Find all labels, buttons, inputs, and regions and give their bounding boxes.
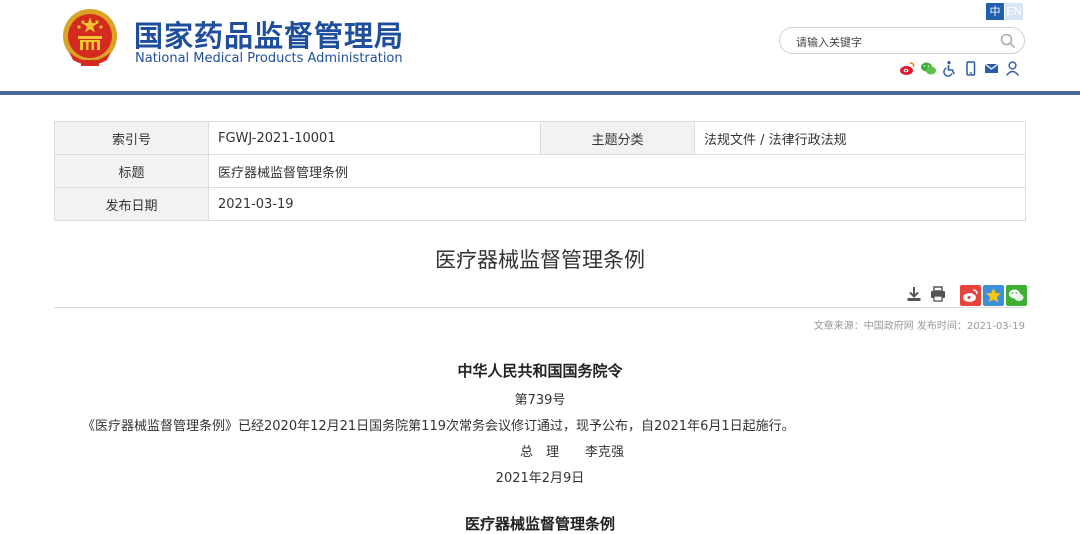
wechat-share-icon[interactable] — [1006, 285, 1027, 306]
lang-en-button[interactable]: EN — [1005, 3, 1023, 20]
site-title-en[interactable]: National Medical Products Administration — [135, 51, 403, 66]
article-divider — [54, 307, 1025, 308]
search-box — [779, 27, 1025, 54]
share-tools — [960, 285, 1027, 306]
title-label: 标题 — [54, 154, 209, 188]
meta-row: 发布日期 2021-03-19 — [54, 187, 1026, 221]
site-header: 国家药品监督管理局 National Medical Products Admi… — [0, 0, 1080, 92]
header-divider-bar — [0, 91, 1080, 95]
index-value: FGWJ-2021-10001 — [208, 121, 541, 155]
decree-body-text: 《医疗器械监督管理条例》已经2020年12月21日国务院第119次常务会议修订通… — [82, 419, 795, 434]
mail-icon[interactable] — [983, 60, 1000, 77]
national-emblem-icon[interactable] — [61, 8, 119, 68]
mobile-icon[interactable] — [962, 60, 979, 77]
article-tools — [905, 285, 947, 303]
document-meta-table: 索引号 FGWJ-2021-10001 主题分类 法规文件 / 法律行政法规 标… — [54, 121, 1026, 221]
language-switch: 中 EN — [986, 3, 1023, 20]
premier-title: 总 理 — [520, 445, 560, 460]
decree-heading: 中华人民共和国国务院令 — [457, 362, 623, 380]
category-value: 法规文件 / 法律行政法规 — [694, 121, 1026, 155]
print-icon[interactable] — [929, 285, 947, 303]
search-icon[interactable] — [1000, 33, 1016, 49]
download-icon[interactable] — [905, 285, 923, 303]
category-label: 主题分类 — [540, 121, 695, 155]
premier-name: 李克强 — [585, 445, 625, 460]
regulation-heading: 医疗器械监督管理条例 — [464, 515, 615, 533]
header-icon-bar — [899, 60, 1021, 77]
article-title: 医疗器械监督管理条例 — [435, 248, 645, 272]
title-value: 医疗器械监督管理条例 — [208, 154, 1026, 188]
wechat-icon[interactable] — [920, 60, 937, 77]
date-label: 发布日期 — [54, 187, 209, 221]
index-label: 索引号 — [54, 121, 209, 155]
date-value: 2021-03-19 — [208, 187, 1026, 221]
article-source-line: 文章来源：中国政府网 发布时间：2021-03-19 — [813, 321, 1025, 332]
decree-number: 第739号 — [514, 393, 566, 408]
user-icon[interactable] — [1004, 60, 1021, 77]
weibo-icon[interactable] — [899, 60, 916, 77]
favorite-star-icon[interactable] — [983, 285, 1004, 306]
accessibility-icon[interactable] — [941, 60, 958, 77]
search-input[interactable] — [794, 32, 998, 52]
site-title-cn[interactable]: 国家药品监督管理局 — [134, 13, 404, 55]
lang-cn-button[interactable]: 中 — [986, 3, 1004, 20]
weibo-share-icon[interactable] — [960, 285, 981, 306]
meta-row: 索引号 FGWJ-2021-10001 主题分类 法规文件 / 法律行政法规 — [54, 121, 1026, 155]
meta-row: 标题 医疗器械监督管理条例 — [54, 154, 1026, 188]
decree-date: 2021年2月9日 — [495, 471, 585, 486]
